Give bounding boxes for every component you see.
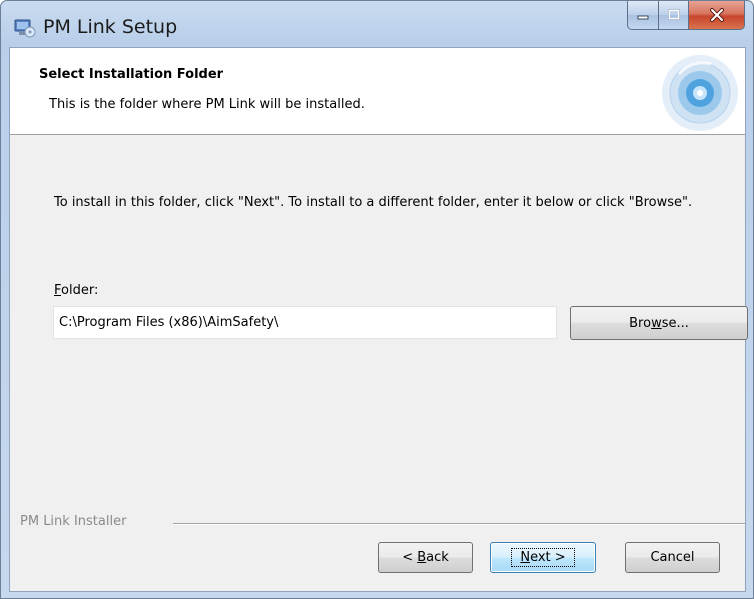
close-icon (709, 8, 724, 22)
close-button[interactable] (689, 1, 745, 30)
window-title: PM Link Setup (43, 16, 178, 38)
folder-path-input[interactable]: C:\Program Files (x86)\AimSafety\ (53, 306, 557, 339)
back-button[interactable]: < Back (378, 542, 473, 573)
minimize-button[interactable] (627, 1, 659, 30)
next-focus-rect: Next > (511, 548, 575, 567)
minimize-icon (637, 15, 649, 20)
back-label-post: ack (426, 550, 449, 565)
instructions-text: To install in this folder, click "Next".… (54, 195, 693, 210)
back-label-mnemonic: B (417, 550, 427, 565)
back-label-pre: < (402, 550, 418, 565)
footer-divider-highlight (173, 524, 745, 525)
banner-title: Select Installation Folder (39, 67, 224, 82)
cancel-button[interactable]: Cancel (625, 542, 720, 573)
next-label-mnemonic: N (520, 550, 531, 565)
installer-footer-label: PM Link Installer (20, 514, 127, 529)
cancel-label: Cancel (650, 550, 695, 565)
folder-label: Folder: (54, 283, 98, 298)
header-banner: Select Installation Folder This is the f… (10, 48, 745, 135)
browse-label-pre: Bro (629, 315, 652, 331)
maximize-icon (667, 9, 680, 20)
banner-subtitle: This is the folder where PM Link will be… (49, 97, 365, 112)
browse-label-mnemonic: w (651, 315, 662, 331)
title-bar[interactable]: PM Link Setup (1, 1, 753, 47)
install-disc-icon (662, 55, 738, 131)
browse-label-post: se... (661, 315, 689, 331)
caption-buttons (627, 1, 745, 31)
installer-app-icon (14, 19, 36, 38)
dialog-body: Select Installation Folder This is the f… (9, 47, 748, 592)
installer-window: PM Link Setup Select Installation Folder… (0, 0, 754, 599)
folder-label-mnemonic: F (54, 283, 62, 298)
next-button[interactable]: Next > (490, 542, 596, 573)
maximize-button[interactable] (659, 1, 689, 30)
folder-label-text: older: (61, 283, 99, 298)
browse-button[interactable]: Bro w se... (570, 306, 748, 340)
next-label-post: ext > (530, 550, 566, 565)
